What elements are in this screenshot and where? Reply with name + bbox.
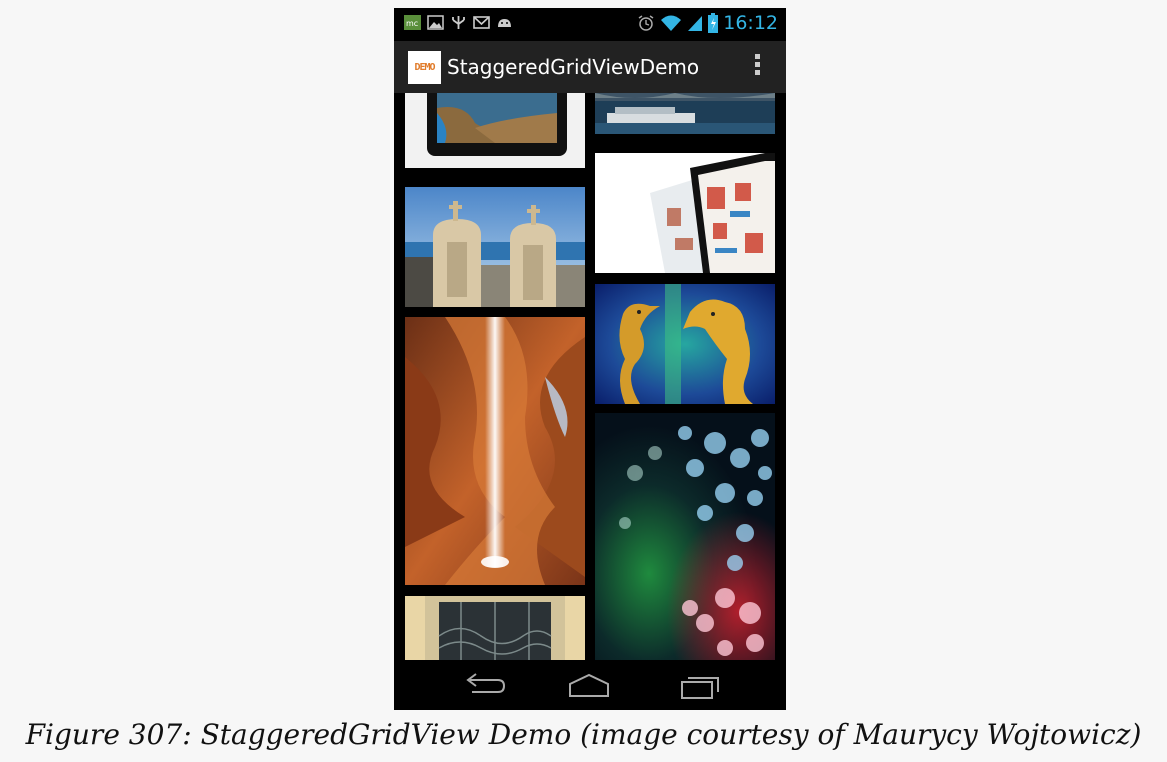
app-title: StaggeredGridViewDemo: [447, 55, 700, 79]
mail-icon: [473, 16, 490, 29]
bokeh-image: [595, 413, 775, 660]
river-boat-image: [595, 93, 775, 134]
grid-item-tablet-coast[interactable]: [405, 93, 585, 168]
overflow-menu-icon[interactable]: [754, 54, 762, 80]
tablet-coast-image: [405, 93, 585, 168]
staggered-grid[interactable]: [394, 93, 786, 660]
mc-icon: mc: [404, 15, 421, 30]
navigation-bar: [394, 660, 786, 710]
figure-caption: Figure 307: StaggeredGridView Demo (imag…: [25, 718, 1142, 751]
wifi-icon: [661, 15, 682, 31]
tablet-magazine-image: [595, 153, 775, 273]
svg-text:mc: mc: [406, 19, 418, 28]
seahorses-image: [595, 284, 775, 404]
recent-apps-icon[interactable]: [674, 672, 724, 700]
image-icon: [427, 15, 444, 30]
android-icon: [498, 19, 511, 27]
grid-item-window-grille[interactable]: [405, 596, 585, 660]
phone-screen: mc 16:12 DEMO StaggeredGridViewDemo: [394, 8, 786, 710]
grid-item-bell-towers[interactable]: [405, 187, 585, 307]
bell-towers-image: [405, 187, 585, 307]
action-bar: DEMO StaggeredGridViewDemo: [394, 41, 786, 93]
battery-icon: [708, 13, 719, 33]
window-grille-image: [405, 596, 585, 660]
notification-icons: mc: [404, 14, 513, 31]
system-status: 16:12: [637, 12, 778, 34]
grid-item-seahorses[interactable]: [595, 284, 775, 404]
alarm-icon: [638, 15, 654, 31]
usb-icon: [452, 16, 465, 29]
clock: 16:12: [723, 12, 778, 34]
app-icon[interactable]: DEMO: [408, 51, 441, 84]
back-icon[interactable]: [458, 672, 508, 700]
grid-item-slot-canyon[interactable]: [405, 317, 585, 585]
home-icon[interactable]: [564, 672, 614, 700]
app-icon-text: DEMO: [414, 62, 435, 73]
grid-item-river-boat[interactable]: [595, 93, 775, 134]
signal-icon: [688, 16, 703, 31]
grid-item-bokeh[interactable]: [595, 413, 775, 660]
grid-item-tablet-magazine[interactable]: [595, 153, 775, 273]
slot-canyon-image: [405, 317, 585, 585]
status-bar: mc 16:12: [394, 8, 786, 41]
